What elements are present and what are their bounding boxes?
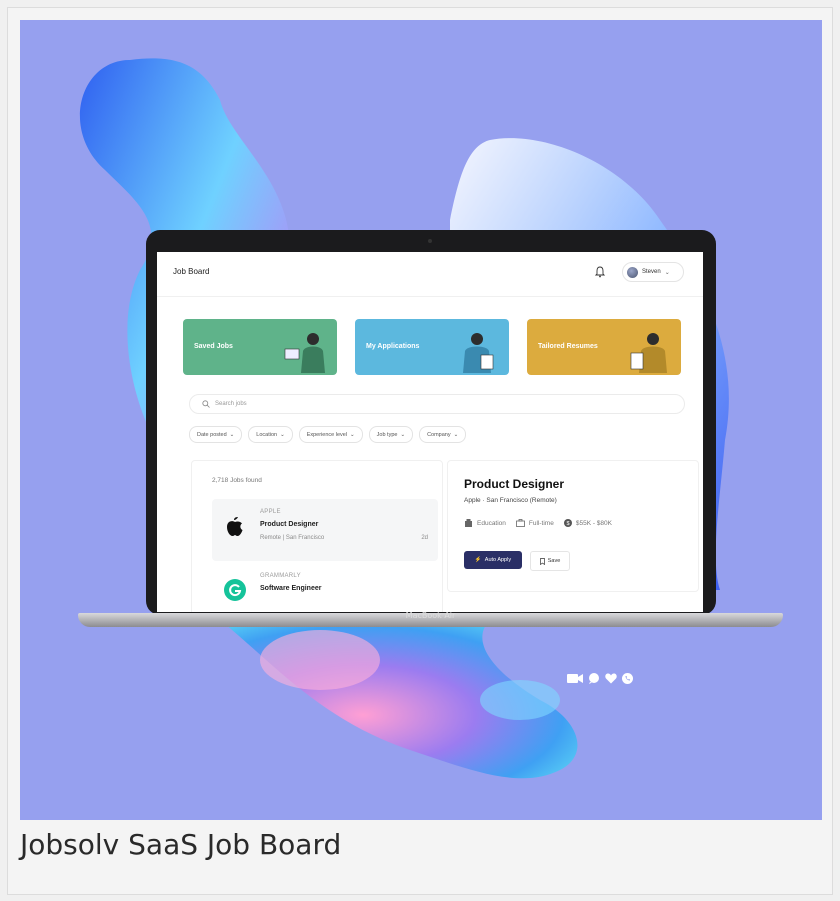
filter-experience-level[interactable]: Experience level ⌄: [298, 426, 363, 443]
filter-label: Date posted: [197, 431, 227, 438]
industry-label: Education: [477, 519, 506, 527]
chat-bubble-icon: [589, 673, 599, 684]
chevron-down-icon: ⌄: [280, 431, 285, 438]
filter-label: Experience level: [306, 431, 348, 438]
apple-logo-icon: [227, 517, 243, 536]
chevron-down-icon: ⌄: [400, 431, 406, 438]
filter-label: Location: [256, 431, 278, 438]
bell-icon[interactable]: [595, 266, 605, 278]
job-type-tag: Full-time: [516, 519, 554, 527]
person-illustration-icon: [284, 333, 325, 373]
user-name: Steven: [642, 269, 661, 275]
filter-label: Job type: [376, 431, 398, 438]
lightning-icon: ⚡: [474, 557, 482, 563]
posted-age: 2d: [421, 535, 428, 541]
laptop-screen: Job Board Steven ⌄ Saved Jobs My Applica…: [157, 252, 703, 612]
filter-date-posted[interactable]: Date posted ⌄: [189, 426, 243, 443]
save-label: Save: [547, 558, 561, 564]
tile-label: Saved Jobs: [194, 343, 233, 350]
chevron-down-icon: ⌄: [350, 431, 355, 438]
save-button[interactable]: Save: [530, 551, 570, 571]
filter-location[interactable]: Location ⌄: [248, 426, 293, 443]
page-caption: Jobsolv SaaS Job Board: [20, 828, 342, 861]
grammarly-logo-icon: [224, 579, 246, 601]
job-detail-panel: Product Designer Apple · San Francisco (…: [447, 460, 699, 592]
job-type-label: Full-time: [528, 519, 554, 527]
search-input[interactable]: Search jobs: [189, 394, 685, 414]
company-name: APPLE: [260, 509, 281, 515]
filter-job-type[interactable]: Job type ⌄: [368, 426, 414, 443]
detail-title: Product Designer: [464, 477, 565, 491]
chevron-down-icon: ⌄: [453, 431, 459, 438]
phone-icon: [622, 673, 633, 684]
user-menu[interactable]: Steven ⌄: [622, 262, 684, 282]
job-title: Product Designer: [260, 521, 319, 528]
app-title: Job Board: [173, 267, 210, 276]
search-icon: [202, 400, 210, 408]
svg-text:$: $: [566, 521, 569, 527]
jobs-count: 2,718 Jobs found: [212, 477, 262, 484]
laptop-base: MacBook Air: [78, 611, 783, 627]
camera-icon: [428, 239, 432, 243]
briefcase-icon: [516, 519, 525, 527]
quick-links: Saved Jobs My Applications Tailored Resu…: [157, 319, 703, 375]
dollar-icon: $: [563, 519, 572, 527]
company-name: GRAMMARLY: [260, 573, 301, 579]
tile-saved-jobs[interactable]: Saved Jobs: [183, 319, 337, 375]
filter-bar: Date posted ⌄ Location ⌄ Experience level ⌄…: [189, 426, 467, 443]
tile-my-applications[interactable]: My Applications: [355, 319, 509, 375]
salary-label: $55K - $80K: [575, 519, 612, 527]
heart-icon: [605, 673, 617, 684]
list-item[interactable]: APPLE Product Designer Remote | San Fran…: [212, 499, 438, 561]
chevron-down-icon: ⌄: [664, 269, 670, 276]
job-location: Remote | San Francisco: [260, 535, 325, 541]
auto-apply-label: Auto Apply: [484, 557, 512, 563]
laptop-model-label: MacBook Air: [405, 611, 456, 620]
tile-label: My Applications: [366, 343, 420, 350]
tile-label: Tailored Resumes: [538, 343, 598, 350]
detail-meta: Education Full-time $ $55K - $80K: [464, 519, 612, 527]
salary-tag: $ $55K - $80K: [563, 519, 612, 527]
hero-image: Job Board Steven ⌄ Saved Jobs My Applica…: [20, 20, 822, 820]
list-item[interactable]: GRAMMARLY Software Engineer: [212, 563, 438, 612]
job-list: 2,718 Jobs found APPLE Product Designer …: [191, 460, 443, 612]
tile-tailored-resumes[interactable]: Tailored Resumes: [527, 319, 681, 375]
person-illustration-icon: [630, 333, 667, 373]
avatar: [627, 266, 638, 278]
search-placeholder: Search jobs: [215, 401, 247, 407]
job-title: Software Engineer: [260, 585, 322, 592]
bookmark-icon: [539, 557, 545, 565]
auto-apply-button[interactable]: ⚡ Auto Apply: [464, 551, 522, 569]
filter-label: Company: [427, 431, 451, 438]
social-icons: [567, 673, 633, 684]
chevron-down-icon: ⌄: [229, 431, 235, 438]
detail-subtitle: Apple · San Francisco (Remote): [464, 497, 557, 504]
video-camera-icon: [567, 674, 583, 683]
person-illustration-icon: [463, 333, 494, 373]
filter-company[interactable]: Company ⌄: [419, 426, 467, 443]
building-icon: [465, 519, 472, 527]
industry-tag: Education: [464, 519, 506, 527]
app-header: Job Board Steven ⌄: [157, 252, 703, 297]
